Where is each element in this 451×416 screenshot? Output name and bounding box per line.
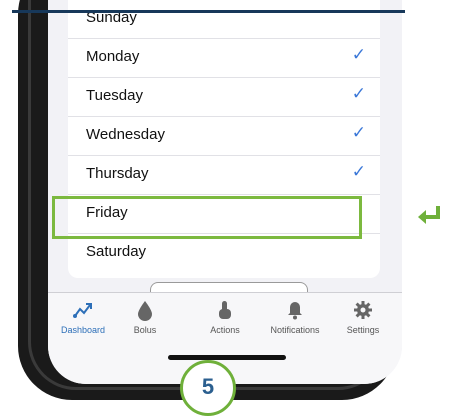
home-indicator[interactable] [168,355,286,360]
day-row-thursday[interactable]: Thursday ✓ [68,156,380,195]
day-row-saturday[interactable]: Saturday [68,234,380,273]
tab-label: Settings [346,325,380,335]
day-label: Thursday [86,165,149,182]
step-number-badge: 5 [180,360,236,416]
tab-bolus[interactable]: Bolus [110,299,180,335]
top-divider [12,10,405,13]
tab-label: Bolus [133,325,157,335]
tap-hand-icon [219,301,231,319]
tab-settings[interactable]: Settings [328,299,398,335]
day-label: Wednesday [86,126,165,143]
phone-screen: Sunday Monday ✓ Tuesday ✓ Wednesday ✓ Th… [48,0,402,384]
checkmark-icon: ✓ [351,123,366,142]
friday-highlight-box [52,196,362,239]
bell-icon [288,302,302,320]
trend-arrow-icon [73,303,92,318]
tab-notifications[interactable]: Notifications [260,299,330,335]
tab-label: Dashboard [60,325,106,335]
checkmark-icon: ✓ [351,45,366,64]
checkmark-icon: ✓ [351,162,366,181]
tab-label: Actions [210,325,240,335]
day-row-tuesday[interactable]: Tuesday ✓ [68,78,380,117]
return-arrow-icon [418,206,440,224]
tab-dashboard[interactable]: Dashboard [48,299,118,335]
day-row-monday[interactable]: Monday ✓ [68,39,380,78]
day-row-sunday[interactable]: Sunday [68,0,380,39]
tab-actions[interactable]: Actions [190,299,260,335]
day-row-wednesday[interactable]: Wednesday ✓ [68,117,380,156]
day-label: Saturday [86,243,147,260]
drop-icon [138,301,152,321]
gear-icon [354,301,372,319]
tab-label: Notifications [270,325,320,335]
day-label: Monday [86,48,140,65]
day-label: Tuesday [86,87,143,104]
checkmark-icon: ✓ [351,84,366,103]
